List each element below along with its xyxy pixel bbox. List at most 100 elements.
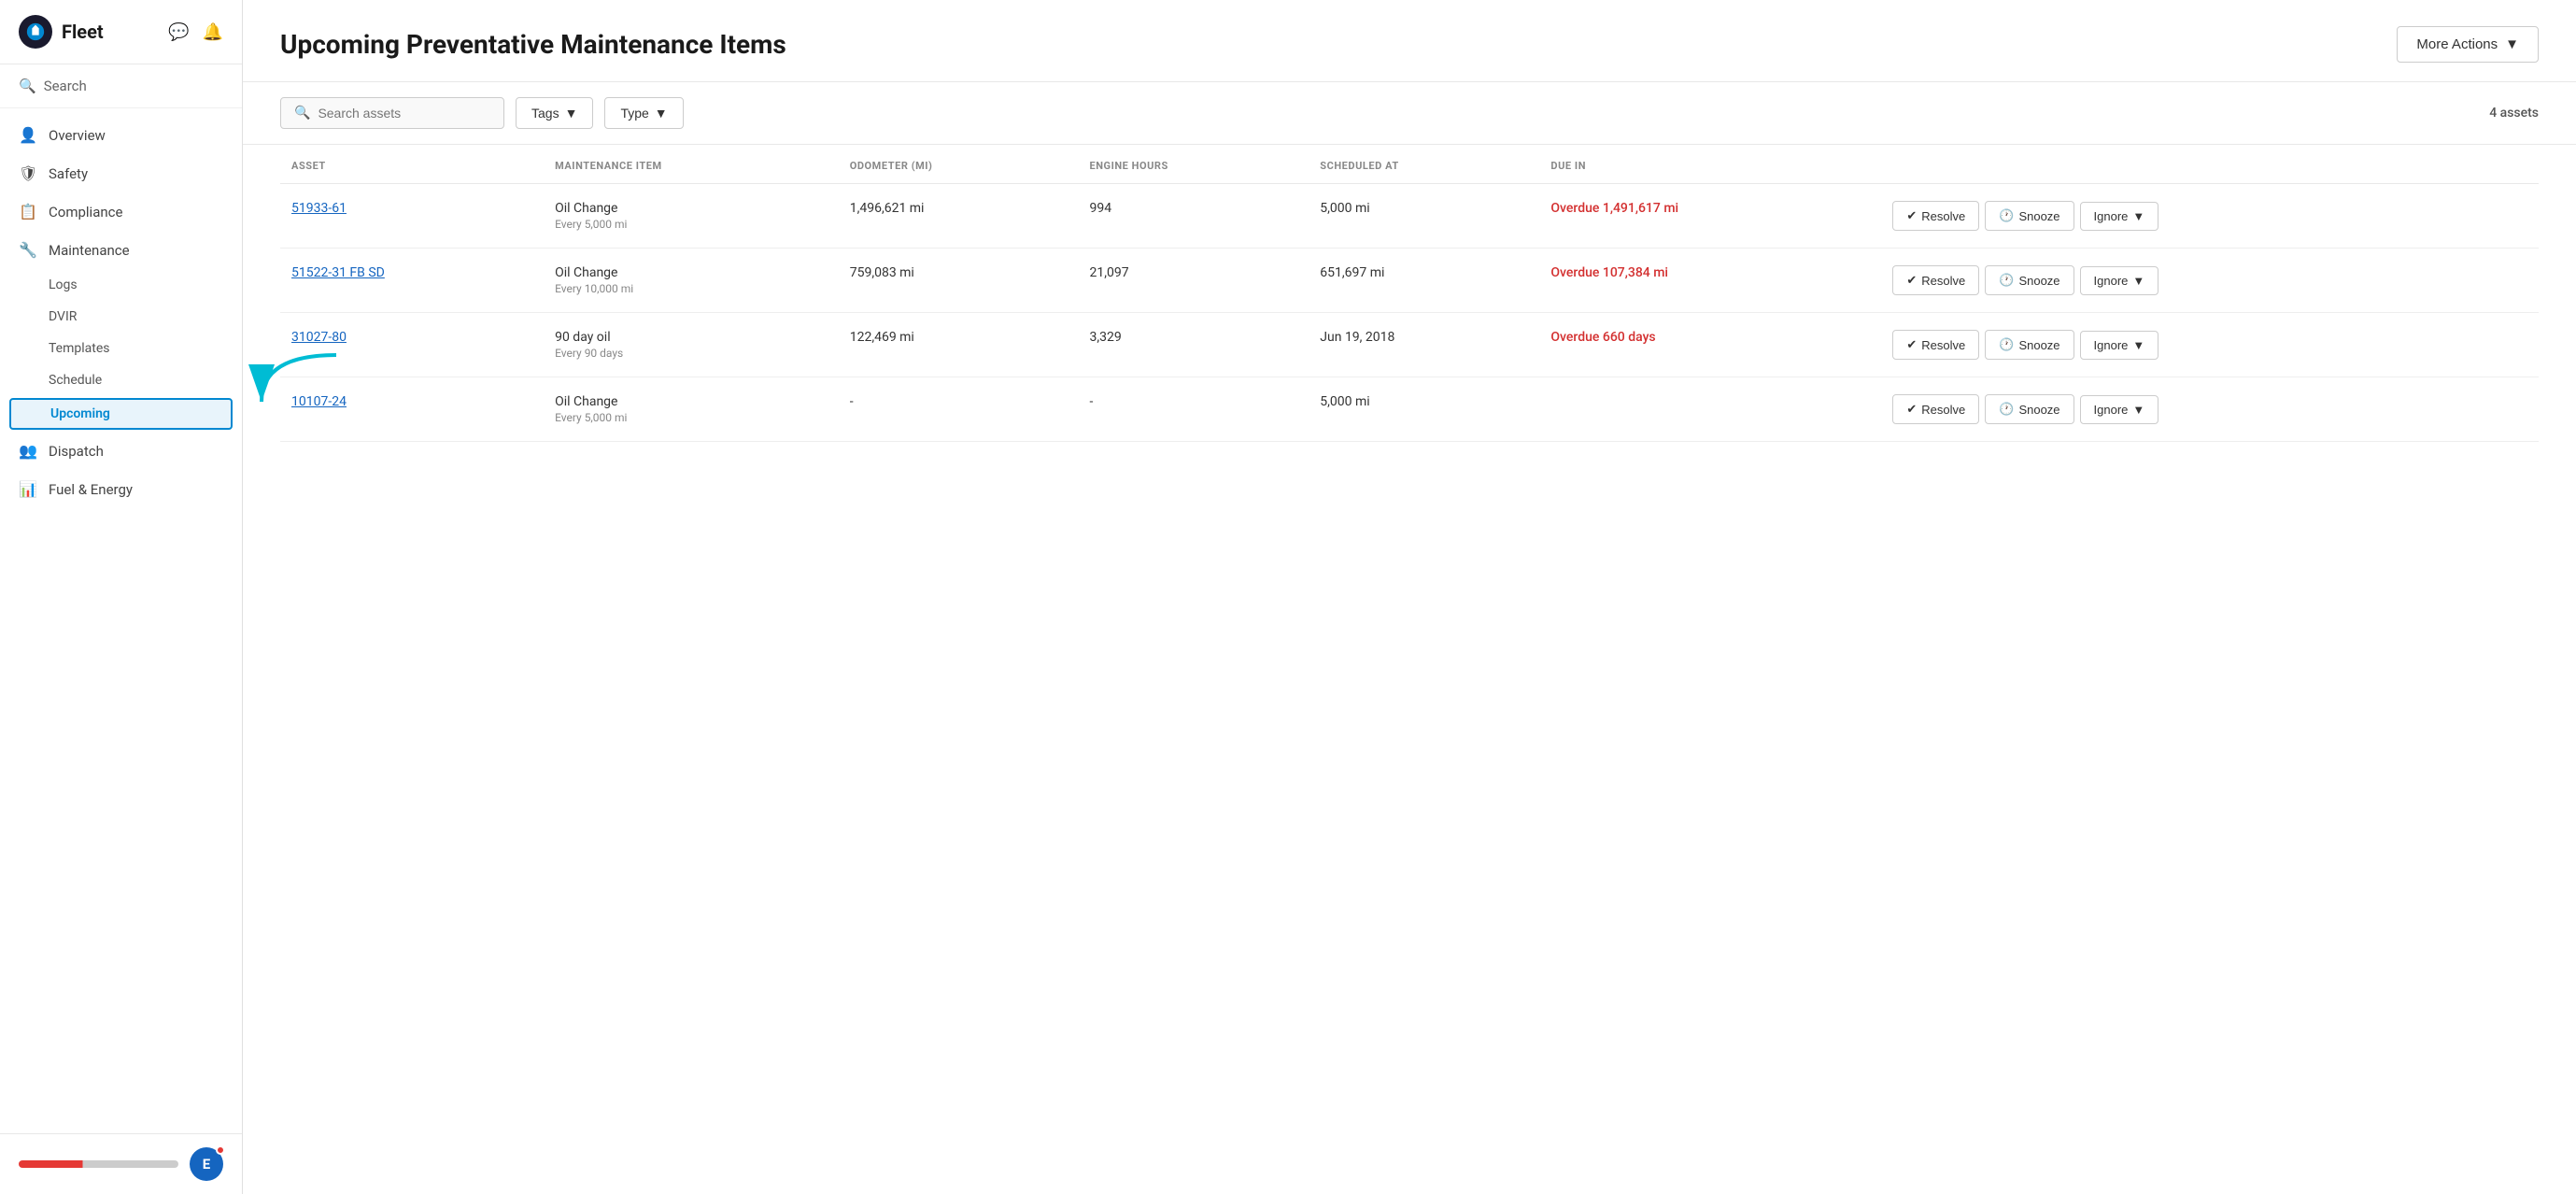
maintenance-freq: Every 5,000 mi [555,218,828,231]
ignore-button[interactable]: Ignore ▼ [2080,395,2159,424]
sidebar-sub-item-logs[interactable]: Logs [0,269,242,301]
resolve-button[interactable]: ✔ Resolve [1892,394,1979,424]
search-assets-input[interactable] [318,106,490,121]
chevron-down-icon: ▼ [2505,36,2519,52]
sub-item-label: Schedule [49,373,102,388]
snooze-button[interactable]: 🕐 Snooze [1985,330,2074,360]
snooze-button[interactable]: 🕐 Snooze [1985,394,2074,424]
scheduled-at-cell: 651,697 mi [1309,249,1539,313]
maintenance-table: ASSET MAINTENANCE ITEM ODOMETER (MI) ENG… [280,145,2539,442]
action-buttons: ✔ Resolve 🕐 Snooze Ignore ▼ [1892,201,2527,231]
maintenance-freq: Every 10,000 mi [555,282,828,295]
sidebar-header: Fleet 💬 🔔 [0,0,242,64]
maintenance-name: Oil Change [555,201,828,216]
search-icon: 🔍 [19,78,36,94]
sidebar-sub-item-schedule[interactable]: Schedule [0,364,242,396]
page-title: Upcoming Preventative Maintenance Items [280,29,786,60]
ignore-label: Ignore [2094,338,2129,352]
clock-icon: 🕐 [1999,402,2014,417]
sidebar-item-label: Overview [49,127,106,144]
action-buttons: ✔ Resolve 🕐 Snooze Ignore ▼ [1892,394,2527,424]
type-chevron-icon: ▼ [655,106,668,121]
search-assets-wrapper[interactable]: 🔍 [280,97,504,129]
maintenance-name: Oil Change [555,265,828,280]
asset-link[interactable]: 51522-31 FB SD [291,265,385,280]
due-in-cell: Overdue 107,384 mi [1539,249,1881,313]
asset-cell: 10107-24 [280,377,544,442]
snooze-label: Snooze [2018,403,2059,417]
asset-cell: 51522-31 FB SD [280,249,544,313]
app-title: Fleet [62,21,104,43]
ignore-button[interactable]: Ignore ▼ [2080,331,2159,360]
tags-chevron-icon: ▼ [565,106,578,121]
ignore-button[interactable]: Ignore ▼ [2080,266,2159,295]
sidebar-item-label: Safety [49,165,88,182]
snooze-button[interactable]: 🕐 Snooze [1985,201,2074,231]
sidebar-item-safety[interactable]: 🛡 Safety [0,154,242,192]
maintenance-icon: 🔧 [19,241,37,259]
sidebar-sub-item-dvir[interactable]: DVIR [0,301,242,333]
sub-item-label: Upcoming [50,406,110,421]
snooze-label: Snooze [2018,209,2059,223]
sidebar-sub-item-upcoming[interactable]: Upcoming [9,398,233,430]
tags-label: Tags [531,106,559,121]
type-label: Type [620,106,648,121]
snooze-button[interactable]: 🕐 Snooze [1985,265,2074,295]
tags-filter-button[interactable]: Tags ▼ [516,97,593,129]
due-in-overdue: Overdue 660 days [1550,330,1655,345]
safety-icon: 🛡 [19,164,37,182]
scheduled-at-cell: 5,000 mi [1309,184,1539,249]
toolbar: 🔍 Tags ▼ Type ▼ 4 assets [243,82,2576,145]
sidebar-item-compliance[interactable]: 📋 Compliance [0,192,242,231]
clock-icon: 🕐 [1999,273,2014,288]
search-nav-item[interactable]: 🔍 Search [0,64,242,108]
col-maintenance-item: MAINTENANCE ITEM [544,145,839,184]
overview-icon: 👤 [19,126,37,144]
maintenance-item-cell: Oil Change Every 5,000 mi [544,184,839,249]
maintenance-item-cell: 90 day oil Every 90 days [544,313,839,377]
app-logo[interactable] [19,15,52,49]
sub-item-label: Templates [49,341,110,356]
sidebar-sub-item-templates[interactable]: Templates [0,333,242,364]
ignore-button[interactable]: Ignore ▼ [2080,202,2159,231]
scheduled-at-cell: 5,000 mi [1309,377,1539,442]
col-asset: ASSET [280,145,544,184]
odometer-cell: 1,496,621 mi [839,184,1079,249]
asset-link[interactable]: 10107-24 [291,394,347,409]
action-buttons-cell: ✔ Resolve 🕐 Snooze Ignore ▼ [1881,249,2539,313]
due-in-overdue: Overdue 107,384 mi [1550,265,1668,280]
ignore-label: Ignore [2094,209,2129,223]
asset-cell: 51933-61 [280,184,544,249]
resolve-button[interactable]: ✔ Resolve [1892,330,1979,360]
ignore-label: Ignore [2094,403,2129,417]
avatar[interactable]: E [190,1147,223,1181]
resolve-button[interactable]: ✔ Resolve [1892,265,1979,295]
action-buttons-cell: ✔ Resolve 🕐 Snooze Ignore ▼ [1881,184,2539,249]
chat-icon[interactable]: 💬 [168,22,189,42]
sidebar-item-fuel-energy[interactable]: 📊 Fuel & Energy [0,470,242,508]
ignore-label: Ignore [2094,274,2129,288]
clock-icon: 🕐 [1999,337,2014,352]
sidebar-item-maintenance[interactable]: 🔧 Maintenance [0,231,242,269]
checkmark-icon: ✔ [1906,402,1917,417]
odometer-cell: 122,469 mi [839,313,1079,377]
resolve-label: Resolve [1921,338,1965,352]
search-icon: 🔍 [294,106,310,121]
more-actions-button[interactable]: More Actions ▼ [2397,26,2539,63]
maintenance-freq: Every 90 days [555,347,828,360]
sidebar-item-label: Maintenance [49,242,130,259]
type-filter-button[interactable]: Type ▼ [604,97,683,129]
asset-link[interactable]: 51933-61 [291,201,347,216]
due-in-overdue: Overdue 1,491,617 mi [1550,201,1678,216]
engine-hours-cell: - [1078,377,1309,442]
sidebar-nav: 👤 Overview 🛡 Safety 📋 Compliance 🔧 Maint… [0,108,242,1133]
table-body: 51933-61 Oil Change Every 5,000 mi 1,496… [280,184,2539,442]
col-actions [1881,145,2539,184]
resolve-button[interactable]: ✔ Resolve [1892,201,1979,231]
table-header: ASSET MAINTENANCE ITEM ODOMETER (MI) ENG… [280,145,2539,184]
sidebar-item-overview[interactable]: 👤 Overview [0,116,242,154]
sidebar-item-dispatch[interactable]: 👥 Dispatch [0,432,242,470]
bell-icon[interactable]: 🔔 [203,22,223,42]
sub-item-label: DVIR [49,309,77,324]
asset-link[interactable]: 31027-80 [291,330,347,345]
